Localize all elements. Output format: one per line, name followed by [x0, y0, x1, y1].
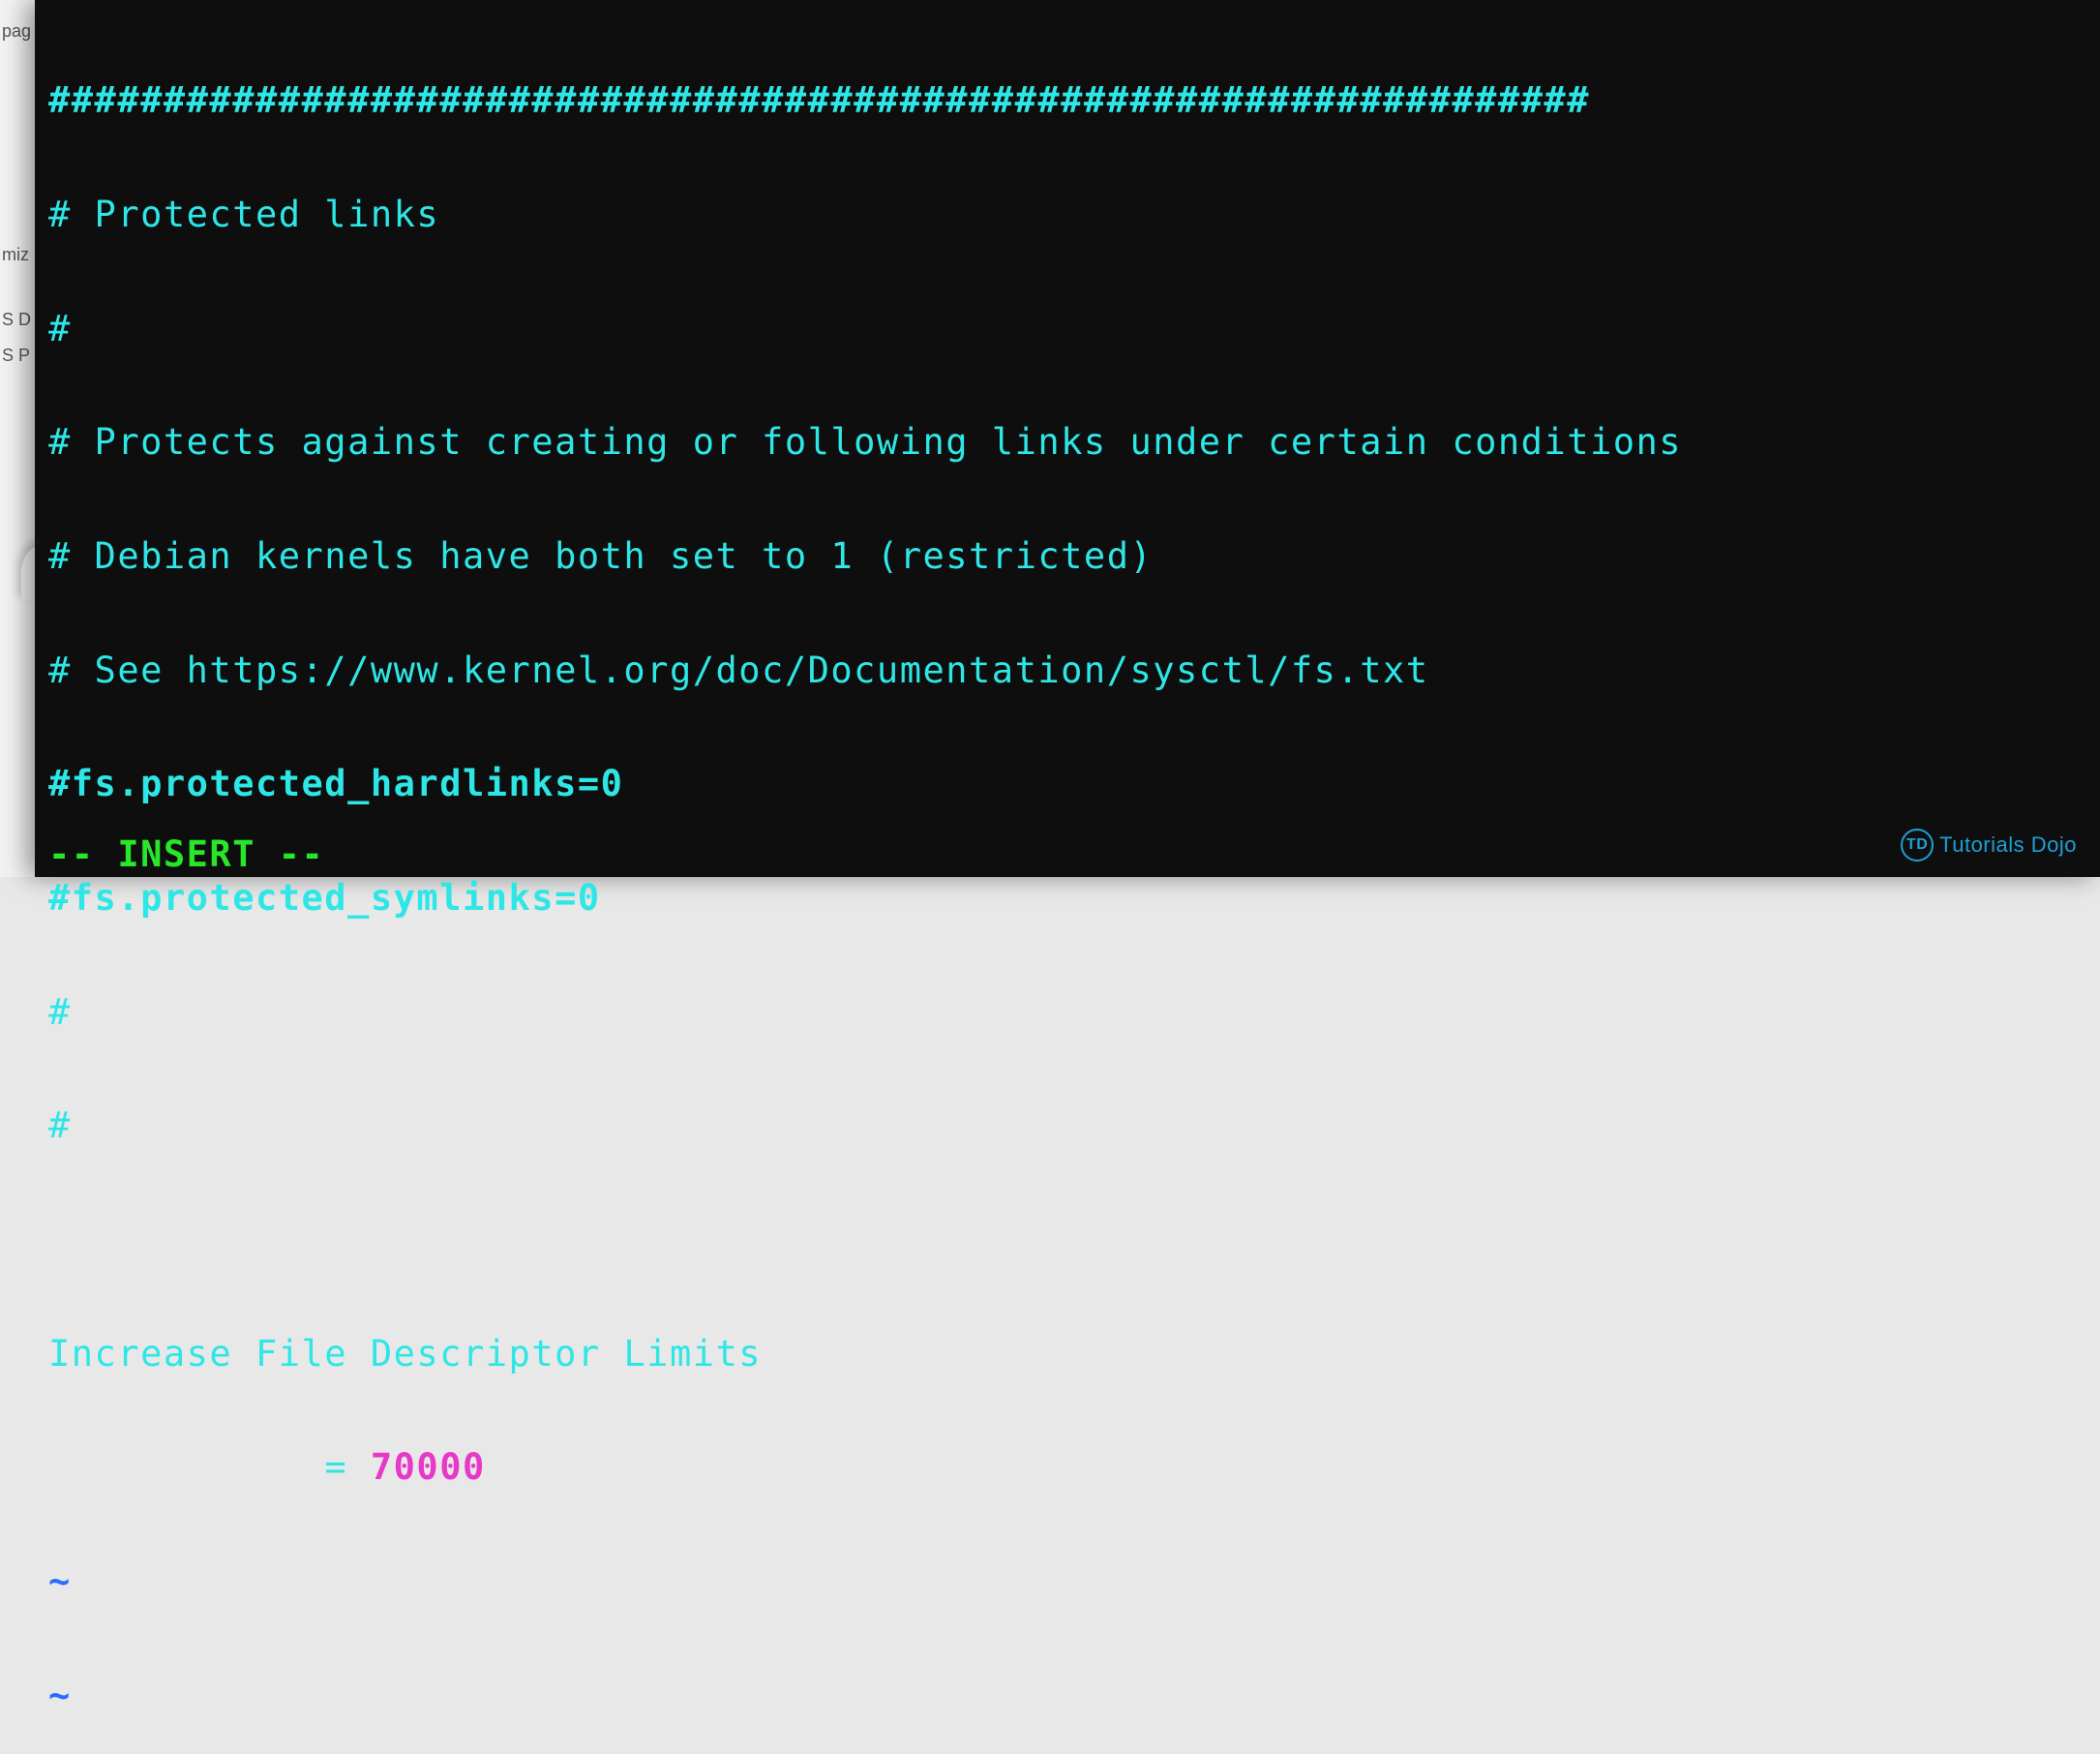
- bg-fragment: S P: [0, 346, 35, 366]
- code-line: # Debian kernels have both set to 1 (res…: [48, 537, 2100, 575]
- sysctl-value: 70000: [371, 1446, 486, 1488]
- code-line: # Protects against creating or following…: [48, 423, 2100, 461]
- code-line: # Protected links: [48, 196, 2100, 233]
- window-corner-shadow: [21, 542, 35, 600]
- code-line: #: [48, 993, 2100, 1031]
- bg-fragment: pag: [0, 21, 35, 42]
- bg-fragment: S D: [0, 310, 35, 330]
- code-line: Increase File Descriptor Limits: [48, 1335, 2100, 1373]
- vim-mode-text: INSERT: [117, 833, 255, 875]
- terminal-editor[interactable]: ########################################…: [35, 0, 2100, 877]
- code-line: #: [48, 1106, 2100, 1144]
- code-line-blank: [48, 1221, 2100, 1258]
- tutorials-dojo-watermark: TD Tutorials Dojo: [1901, 829, 2077, 862]
- code-line: #: [48, 310, 2100, 348]
- sysctl-key: fs.file-max: [48, 1446, 302, 1488]
- code-line: # See https://www.kernel.org/doc/Documen…: [48, 651, 2100, 689]
- equals-sign: =: [302, 1446, 371, 1488]
- td-logo-icon: TD: [1901, 829, 1934, 862]
- code-line-setting: fs.file-max = 70000: [48, 1448, 2100, 1486]
- vim-tilde: ~: [48, 1562, 2100, 1600]
- background-window-sliver: pag miz S D S P: [0, 0, 35, 877]
- vim-tilde: ~: [48, 1677, 2100, 1714]
- code-line: ########################################…: [48, 81, 2100, 119]
- watermark-text: Tutorials Dojo: [1939, 833, 2077, 856]
- code-line: #fs.protected_hardlinks=0: [48, 765, 2100, 802]
- code-line: #fs.protected_symlinks=0: [48, 879, 2100, 917]
- vim-mode-status: -- INSERT --: [48, 835, 324, 873]
- bg-fragment: miz: [0, 245, 35, 265]
